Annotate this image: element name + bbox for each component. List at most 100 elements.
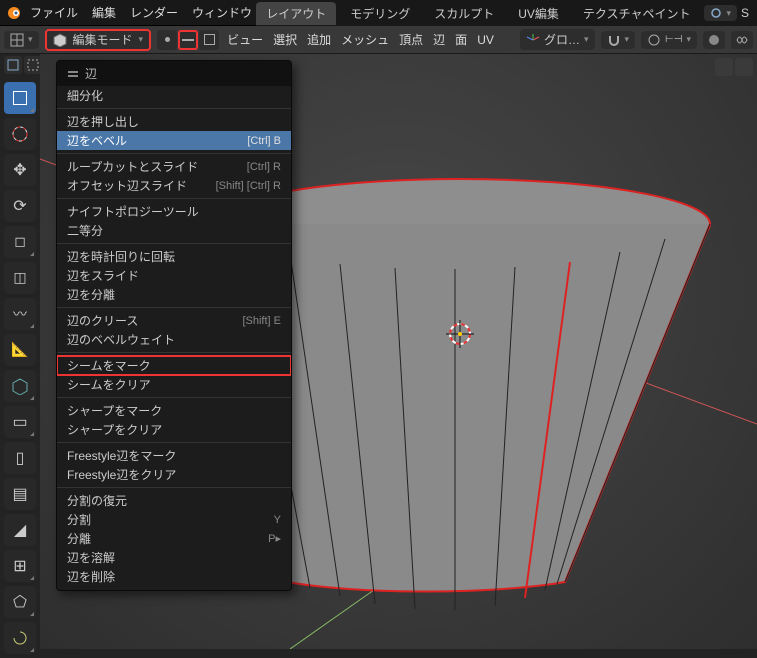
orientation-label: グロ… (544, 31, 580, 48)
editor-type-dropdown[interactable]: ▾ (4, 31, 39, 49)
orientation-dropdown[interactable]: グロ… ▾ (520, 29, 595, 50)
measure-icon (11, 341, 28, 359)
context-menu-item[interactable]: 二等分 (57, 221, 291, 240)
tool-extrude-normals[interactable] (4, 442, 36, 474)
chevron-down-icon: ▾ (686, 34, 691, 45)
tab-texture-paint[interactable]: テクスチャペイント (573, 2, 701, 25)
select-intersect-button[interactable] (4, 56, 22, 74)
tab-layout[interactable]: レイアウト (256, 2, 336, 25)
face-icon (204, 34, 215, 45)
context-menu-item[interactable]: 辺を分離 (57, 285, 291, 304)
context-menu-item[interactable]: 辺をスライド (57, 266, 291, 285)
header-view[interactable]: ビュー (225, 31, 265, 48)
mode-label: 編集モード (73, 31, 133, 48)
tool-loop-cut[interactable] (4, 550, 36, 582)
tool-select-box[interactable] (4, 82, 36, 114)
context-menu-item[interactable]: Freestyle辺をクリア (57, 465, 291, 484)
separator (57, 442, 291, 443)
header-face[interactable]: 面 (453, 31, 469, 48)
overlay-circle-icon (707, 33, 721, 47)
tool-add-cube[interactable] (4, 370, 36, 402)
tool-rotate[interactable] (4, 190, 36, 222)
context-menu-item[interactable]: シームをクリア (57, 375, 291, 394)
header-edge[interactable]: 辺 (431, 31, 447, 48)
blender-logo-icon (6, 5, 22, 21)
vertex-icon (165, 37, 170, 42)
tool-annotate[interactable] (4, 298, 36, 330)
context-menu-item[interactable]: シャープをクリア (57, 420, 291, 439)
separator (57, 198, 291, 199)
separator (57, 243, 291, 244)
tool-inset[interactable] (4, 478, 36, 510)
snap-dropdown[interactable]: ▾ (601, 31, 636, 49)
region-button[interactable] (735, 58, 753, 76)
tab-sculpt[interactable]: スカルプト (424, 2, 504, 25)
tool-knife[interactable] (4, 586, 36, 618)
menu-file[interactable]: ファイル (30, 4, 78, 21)
select-vertex-button[interactable] (157, 30, 177, 50)
scene-dropdown[interactable]: ▾ (704, 5, 737, 21)
context-menu-title: 辺 (85, 65, 97, 82)
context-menu-item[interactable]: 分割Y (57, 510, 291, 529)
proportional-dropdown[interactable]: ⊢⊣ ▾ (641, 31, 697, 49)
select-box-icon (13, 91, 27, 105)
menu-render[interactable]: レンダー (130, 4, 178, 21)
context-menu-shortcut: Y (274, 514, 281, 526)
xray-button[interactable] (731, 31, 753, 49)
context-menu-item-label: 辺をスライド (67, 267, 139, 284)
separator (57, 397, 291, 398)
context-menu-item[interactable]: 辺を溶解 (57, 548, 291, 567)
context-menu-item[interactable]: Freestyle辺をマーク (57, 446, 291, 465)
context-menu-item[interactable]: 辺を時計回りに回転 (57, 247, 291, 266)
tool-move[interactable] (4, 154, 36, 186)
tool-extrude-region[interactable] (4, 406, 36, 438)
select-face-button[interactable] (199, 30, 219, 50)
context-menu-item[interactable]: ループカットとスライド[Ctrl] R (57, 157, 291, 176)
context-menu-item[interactable]: 細分化 (57, 86, 291, 105)
context-menu-item[interactable]: シームをマーク (57, 356, 291, 375)
select-edge-button[interactable] (178, 30, 198, 50)
chevron-down-icon: ▾ (726, 8, 731, 19)
header-select[interactable]: 選択 (271, 31, 299, 48)
magnet-icon (607, 33, 621, 47)
menu-edit[interactable]: 編集 (92, 4, 116, 21)
header-add[interactable]: 追加 (305, 31, 333, 48)
context-menu-item[interactable]: 辺をベベル[Ctrl] B (57, 131, 291, 150)
gizmo-button[interactable] (715, 58, 733, 76)
tool-spin[interactable] (4, 622, 36, 654)
overlays-button[interactable] (703, 31, 725, 49)
context-menu-item[interactable]: ナイフトポロジーツール (57, 202, 291, 221)
context-menu-item[interactable]: オフセット辺スライド[Shift] [Ctrl] R (57, 176, 291, 195)
tool-cursor[interactable] (4, 118, 36, 150)
circle-icon (647, 33, 661, 47)
context-menu-shortcut: [Ctrl] R (247, 161, 281, 173)
context-menu-title-row: 辺 (57, 61, 291, 86)
tool-bevel[interactable] (4, 514, 36, 546)
context-menu-shortcut: [Shift] E (242, 315, 281, 327)
header-vertex[interactable]: 頂点 (397, 31, 425, 48)
context-menu-item[interactable]: 分割の復元 (57, 491, 291, 510)
mode-dropdown[interactable]: 編集モード ▾ (45, 29, 152, 51)
tab-modeling[interactable]: モデリング (340, 2, 420, 25)
context-menu-item-label: 二等分 (67, 222, 103, 239)
context-menu-item[interactable]: 辺のクリース[Shift] E (57, 311, 291, 330)
tool-scale[interactable] (4, 226, 36, 258)
context-menu-item[interactable]: 辺を削除 (57, 567, 291, 586)
context-menu-item[interactable]: シャープをマーク (57, 401, 291, 420)
context-menu-item[interactable]: 辺を押し出し (57, 112, 291, 131)
select-intersect-icon (6, 58, 20, 72)
context-menu-shortcut: [Shift] [Ctrl] R (216, 180, 281, 192)
tool-measure[interactable] (4, 334, 36, 366)
inset-icon (12, 484, 27, 504)
header-uv[interactable]: UV (475, 33, 496, 47)
separator (57, 352, 291, 353)
context-menu-item[interactable]: 分離P▸ (57, 529, 291, 548)
context-menu-item-label: 分割の復元 (67, 492, 127, 509)
context-menu-item[interactable]: 辺のベベルウェイト (57, 330, 291, 349)
menu-window[interactable]: ウィンドウ (192, 4, 252, 21)
rotate-icon (13, 196, 26, 216)
tool-transform[interactable] (4, 262, 36, 294)
tab-uv-editing[interactable]: UV編集 (508, 2, 569, 25)
scene-icon (710, 7, 722, 19)
header-mesh[interactable]: メッシュ (339, 31, 391, 48)
